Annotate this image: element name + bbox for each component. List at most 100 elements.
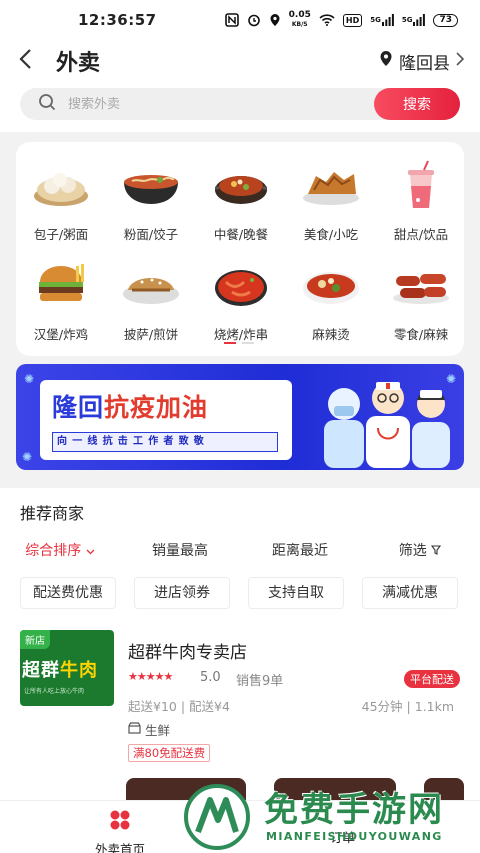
new-shop-badge: 新店 [20,630,50,649]
category-item[interactable]: 烧烤/炸串 [196,260,286,343]
filter-full-reduction[interactable]: 满减优惠 [362,577,458,609]
status-time: 12:36:57 [78,11,157,29]
category-item[interactable]: 零食/麻辣 [376,260,466,343]
sort-sales[interactable]: 销量最高 [120,540,240,560]
site-watermark: 免费手游网 MIANFEISHOUYOUWANG [180,780,480,853]
filter-tags: 配送费优惠 进店领券 支持自取 满减优惠 [20,577,460,609]
location-selector[interactable]: 隆回县 [379,49,465,74]
chevron-right-icon [456,51,465,71]
platform-delivery-badge: 平台配送 [404,670,460,688]
network-speed: 0.05 KB/S [288,10,311,29]
signal-icon: 5G [370,14,394,26]
search-row: 搜索 [0,82,480,132]
status-icons: 0.05 KB/S HD 5G 5G 73 [224,10,458,29]
eta-distance: 45分钟 | 1.1km [361,699,454,714]
store-icon [128,722,141,737]
category-label: 烧烤/炸串 [213,327,269,342]
category-item[interactable]: 汉堡/炸鸡 [16,260,106,343]
status-bar: 12:36:57 0.05 KB/S HD 5G 5G 73 [0,0,480,40]
sort-filter[interactable]: 筛选 [360,540,480,560]
sort-distance[interactable]: 距离最近 [240,540,360,560]
banner-card: 隆回抗疫加油 向一线抗击工作者致敬 [40,380,292,460]
crayfish-icon [210,260,272,310]
category-label: 美食/小吃 [303,227,359,242]
category-item[interactable]: 中餐/晚餐 [196,160,286,243]
filter-coupon[interactable]: 进店领券 [134,577,230,609]
hotpot-icon [210,160,272,210]
shop-thumbnail: 新店 超群牛肉 让所有人吃上放心牛肉 [20,630,114,706]
category-label: 披萨/煎饼 [123,327,179,342]
watermark-subtitle: MIANFEISHOUYOUWANG [266,830,443,843]
banner-headline: 隆回抗疫加油 [52,393,209,422]
chevron-down-icon [86,543,95,559]
category-item[interactable]: 包子/粥面 [16,160,106,243]
sort-bar: 综合排序 销量最高 距离最近 筛选 [0,540,480,560]
shop-category: 生鲜 [128,720,170,739]
pancake-icon [120,260,182,310]
wifi-icon [319,14,335,26]
dumpling-icon [30,160,92,210]
page-indicator [224,342,254,344]
hd-badge: HD [342,13,363,27]
banner-slogan: 向一线抗击工作者致敬 [52,432,278,452]
medical-workers-illustration [324,382,450,468]
alarm-icon [247,13,261,27]
shop-card[interactable]: 新店 超群牛肉 让所有人吃上放心牛肉 超群牛肉专卖店 ★★★★★ 5.0 销售9… [0,620,480,770]
noodle-bowl-icon [120,160,182,210]
star-rating-icon: ★★★★★ [128,670,173,683]
category-item[interactable]: 麻辣烫 [286,260,376,343]
category-label: 甜点/饮品 [393,227,449,242]
search-input[interactable] [68,96,318,112]
category-grid: 包子/粥面 粉面/饺子 中餐/晚餐 美食/小吃 甜点/饮品 汉堡/炸鸡 披萨/煎… [16,142,464,356]
category-label: 零食/麻辣 [393,327,449,342]
promo-banner[interactable]: ✺ ✺ ✺ ✺ 隆回抗疫加油 向一线抗击工作者致敬 [16,364,464,470]
category-label: 中餐/晚餐 [213,227,269,242]
category-item[interactable]: 粉面/饺子 [106,160,196,243]
sausage-icon [390,260,452,310]
header: 外卖 隆回县 [0,40,480,82]
nfc-icon [224,13,239,27]
burger-icon [30,260,92,310]
home-grid-icon [109,810,131,835]
tab-home[interactable]: 外卖首页 [88,809,152,853]
virus-icon: ✺ [24,372,35,386]
tab-home-label: 外卖首页 [94,842,145,853]
spicy-soup-icon [300,260,362,310]
filter-icon [431,543,442,559]
watermark-title: 免费手游网 [264,790,444,830]
location-name: 隆回县 [399,53,450,74]
battery-indicator: 73 [433,13,458,27]
category-label: 包子/粥面 [33,227,89,242]
category-label: 汉堡/炸鸡 [33,327,89,342]
thumbnail-subtext: 让所有人吃上放心牛肉 [24,688,85,695]
filter-delivery-discount[interactable]: 配送费优惠 [20,577,116,609]
filter-self-pickup[interactable]: 支持自取 [248,577,344,609]
drink-cup-icon [390,160,452,210]
fried-food-icon [300,160,362,210]
search-box: 搜索 [20,88,460,120]
category-label: 麻辣烫 [312,327,350,342]
map-pin-icon [379,50,393,72]
page-title: 外卖 [56,51,101,76]
watermark-logo [184,784,250,850]
rating-score: 5.0 [200,670,221,685]
category-item[interactable]: 甜点/饮品 [376,160,466,243]
category-item[interactable]: 披萨/煎饼 [106,260,196,343]
virus-icon: ✺ [22,450,33,464]
page-dot-active [224,342,236,344]
section-title: 推荐商家 [20,504,85,523]
shop-name: 超群牛肉专卖店 [128,643,247,663]
promo-tag: 满80免配送费 [128,744,211,762]
category-label: 粉面/饺子 [123,227,179,242]
thumbnail-text: 超群牛肉 [22,660,98,681]
sales-count: 销售9单 [236,674,284,689]
search-button[interactable]: 搜索 [374,88,460,120]
sort-comprehensive[interactable]: 综合排序 [0,540,120,560]
location-pin-icon [269,13,281,27]
signal-icon-2: 5G [402,14,426,26]
category-item[interactable]: 美食/小吃 [286,160,376,243]
search-icon [38,93,56,115]
fee-info: 起送¥10 | 配送¥4 [128,699,230,714]
page-dot [242,342,254,344]
back-icon[interactable] [18,48,42,74]
